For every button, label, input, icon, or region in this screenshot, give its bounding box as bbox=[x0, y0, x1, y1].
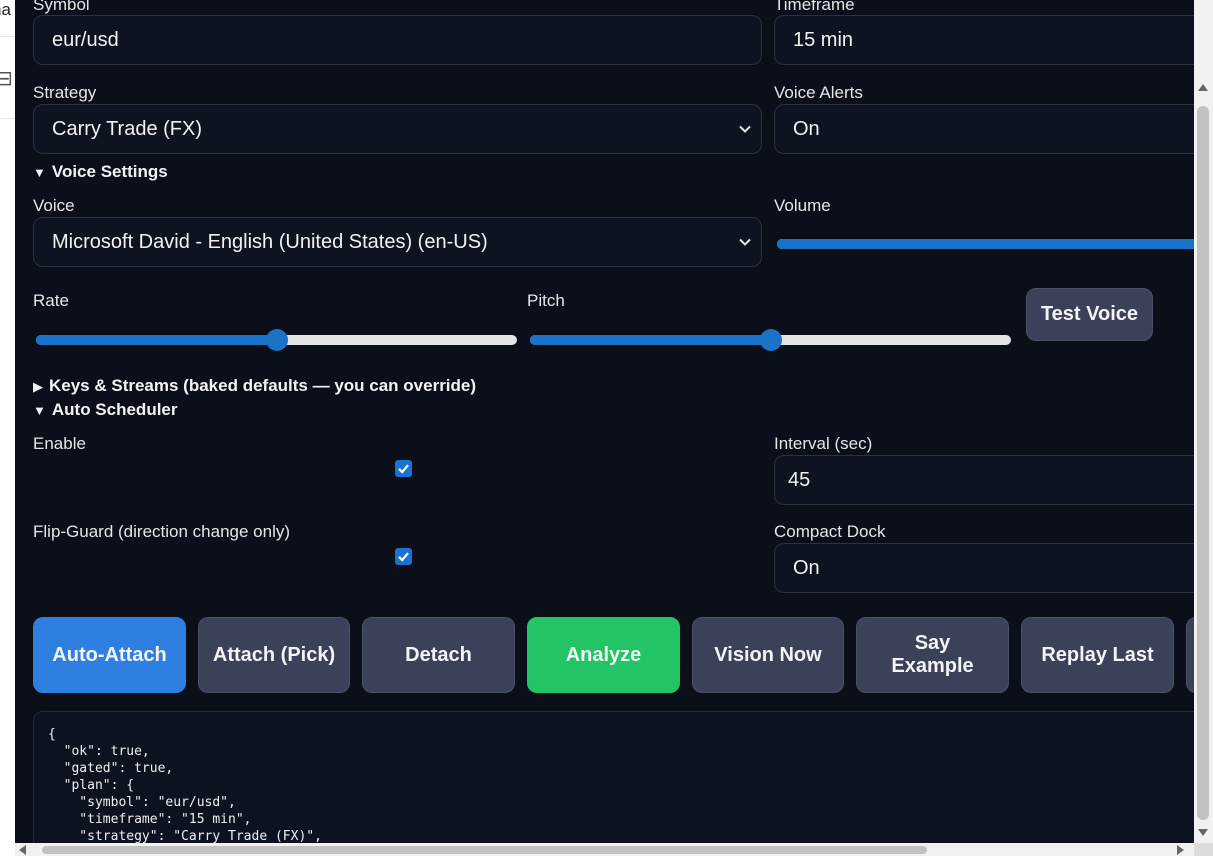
flip-guard-checkbox[interactable] bbox=[395, 548, 412, 565]
enable-checkbox[interactable] bbox=[395, 460, 412, 477]
compact-dock-label: Compact Dock bbox=[774, 522, 886, 541]
scrollbar-thumb[interactable] bbox=[1197, 106, 1209, 820]
symbol-value: eur/usd bbox=[52, 28, 119, 51]
voice-label: Voice bbox=[33, 196, 75, 215]
volume-slider[interactable] bbox=[777, 234, 1194, 254]
timeframe-value: 15 min bbox=[793, 28, 854, 51]
detach-button[interactable]: Detach bbox=[362, 617, 515, 693]
slider-thumb[interactable] bbox=[759, 329, 782, 351]
slider-fill bbox=[777, 239, 1194, 249]
trading-assistant-panel: Symbol eur/usd Timeframe 15 min Strategy… bbox=[15, 0, 1194, 843]
voice-value: Microsoft David - English (United States… bbox=[52, 230, 488, 253]
flip-guard-label: Flip-Guard (direction change only) bbox=[33, 522, 291, 541]
chevron-down-icon bbox=[739, 238, 751, 246]
volume-label: Volume bbox=[774, 196, 831, 215]
voice-alerts-select[interactable]: On bbox=[774, 104, 1194, 154]
interval-value: 45 bbox=[788, 468, 811, 491]
auto-attach-button[interactable]: Auto-Attach bbox=[33, 617, 186, 693]
host-page-strip: na ⊟ bbox=[0, 0, 15, 856]
strategy-select[interactable]: Carry Trade (FX) bbox=[33, 104, 762, 154]
voice-settings-title: Voice Settings bbox=[51, 162, 168, 181]
horizontal-scrollbar[interactable] bbox=[15, 843, 1194, 856]
timeframe-input[interactable]: 15 min bbox=[774, 15, 1194, 65]
checkmark-icon bbox=[398, 464, 409, 474]
pitch-label: Pitch bbox=[527, 291, 565, 310]
symbol-label: Symbol bbox=[33, 0, 90, 14]
strategy-value: Carry Trade (FX) bbox=[52, 117, 203, 140]
keys-streams-title: Keys & Streams (baked defaults — you can… bbox=[49, 376, 477, 395]
voice-select[interactable]: Microsoft David - English (United States… bbox=[33, 217, 762, 267]
caret-down-icon: ▼ bbox=[33, 403, 46, 418]
caret-down-icon: ▼ bbox=[33, 165, 46, 180]
voice-alerts-label: Voice Alerts bbox=[774, 83, 863, 102]
enable-label: Enable bbox=[33, 434, 86, 453]
slider-thumb[interactable] bbox=[265, 329, 288, 351]
response-output: { "ok": true, "gated": true, "plan": { "… bbox=[33, 711, 1194, 843]
voice-settings-toggle[interactable]: ▼ Voice Settings bbox=[33, 162, 168, 182]
slider-fill bbox=[36, 335, 277, 345]
timeframe-label: Timeframe bbox=[774, 0, 855, 14]
compact-dock-value: On bbox=[793, 556, 820, 579]
host-page-text: na bbox=[0, 0, 11, 19]
scroll-left-icon[interactable] bbox=[19, 845, 26, 855]
chevron-down-icon bbox=[739, 125, 751, 133]
host-icon: ⊟ bbox=[0, 68, 13, 90]
pitch-slider[interactable] bbox=[530, 329, 1011, 351]
interval-input[interactable]: 45 bbox=[774, 455, 1194, 505]
strategy-label: Strategy bbox=[33, 83, 97, 102]
caret-right-icon: ▶ bbox=[33, 379, 43, 394]
analyze-button[interactable]: Analyze bbox=[527, 617, 680, 693]
slider-fill bbox=[530, 335, 771, 345]
scroll-right-icon[interactable] bbox=[1177, 845, 1184, 855]
compact-dock-select[interactable]: On bbox=[774, 543, 1194, 593]
symbol-input[interactable]: eur/usd bbox=[33, 15, 762, 65]
vertical-scrollbar[interactable] bbox=[1194, 0, 1213, 843]
rate-slider[interactable] bbox=[36, 329, 517, 351]
replay-last-button[interactable]: Replay Last bbox=[1021, 617, 1174, 693]
auto-scheduler-toggle[interactable]: ▼ Auto Scheduler bbox=[33, 400, 178, 420]
scrollbar-thumb[interactable] bbox=[42, 846, 927, 854]
overflow-action-button[interactable] bbox=[1186, 617, 1194, 693]
checkmark-icon bbox=[398, 552, 409, 562]
scroll-up-icon[interactable] bbox=[1198, 84, 1208, 91]
scrollbar-corner bbox=[1194, 843, 1213, 856]
keys-streams-toggle[interactable]: ▶ Keys & Streams (baked defaults — you ca… bbox=[33, 376, 476, 396]
vision-now-button[interactable]: Vision Now bbox=[692, 617, 844, 693]
attach-pick-button[interactable]: Attach (Pick) bbox=[198, 617, 350, 693]
voice-alerts-value: On bbox=[793, 117, 820, 140]
auto-scheduler-title: Auto Scheduler bbox=[51, 400, 178, 419]
interval-label: Interval (sec) bbox=[774, 434, 873, 453]
host-divider bbox=[0, 36, 15, 37]
say-example-button[interactable]: Say Example bbox=[856, 617, 1009, 693]
rate-label: Rate bbox=[33, 291, 69, 310]
scroll-down-icon[interactable] bbox=[1198, 829, 1208, 836]
host-divider bbox=[0, 118, 15, 119]
test-voice-button[interactable]: Test Voice bbox=[1026, 288, 1153, 341]
